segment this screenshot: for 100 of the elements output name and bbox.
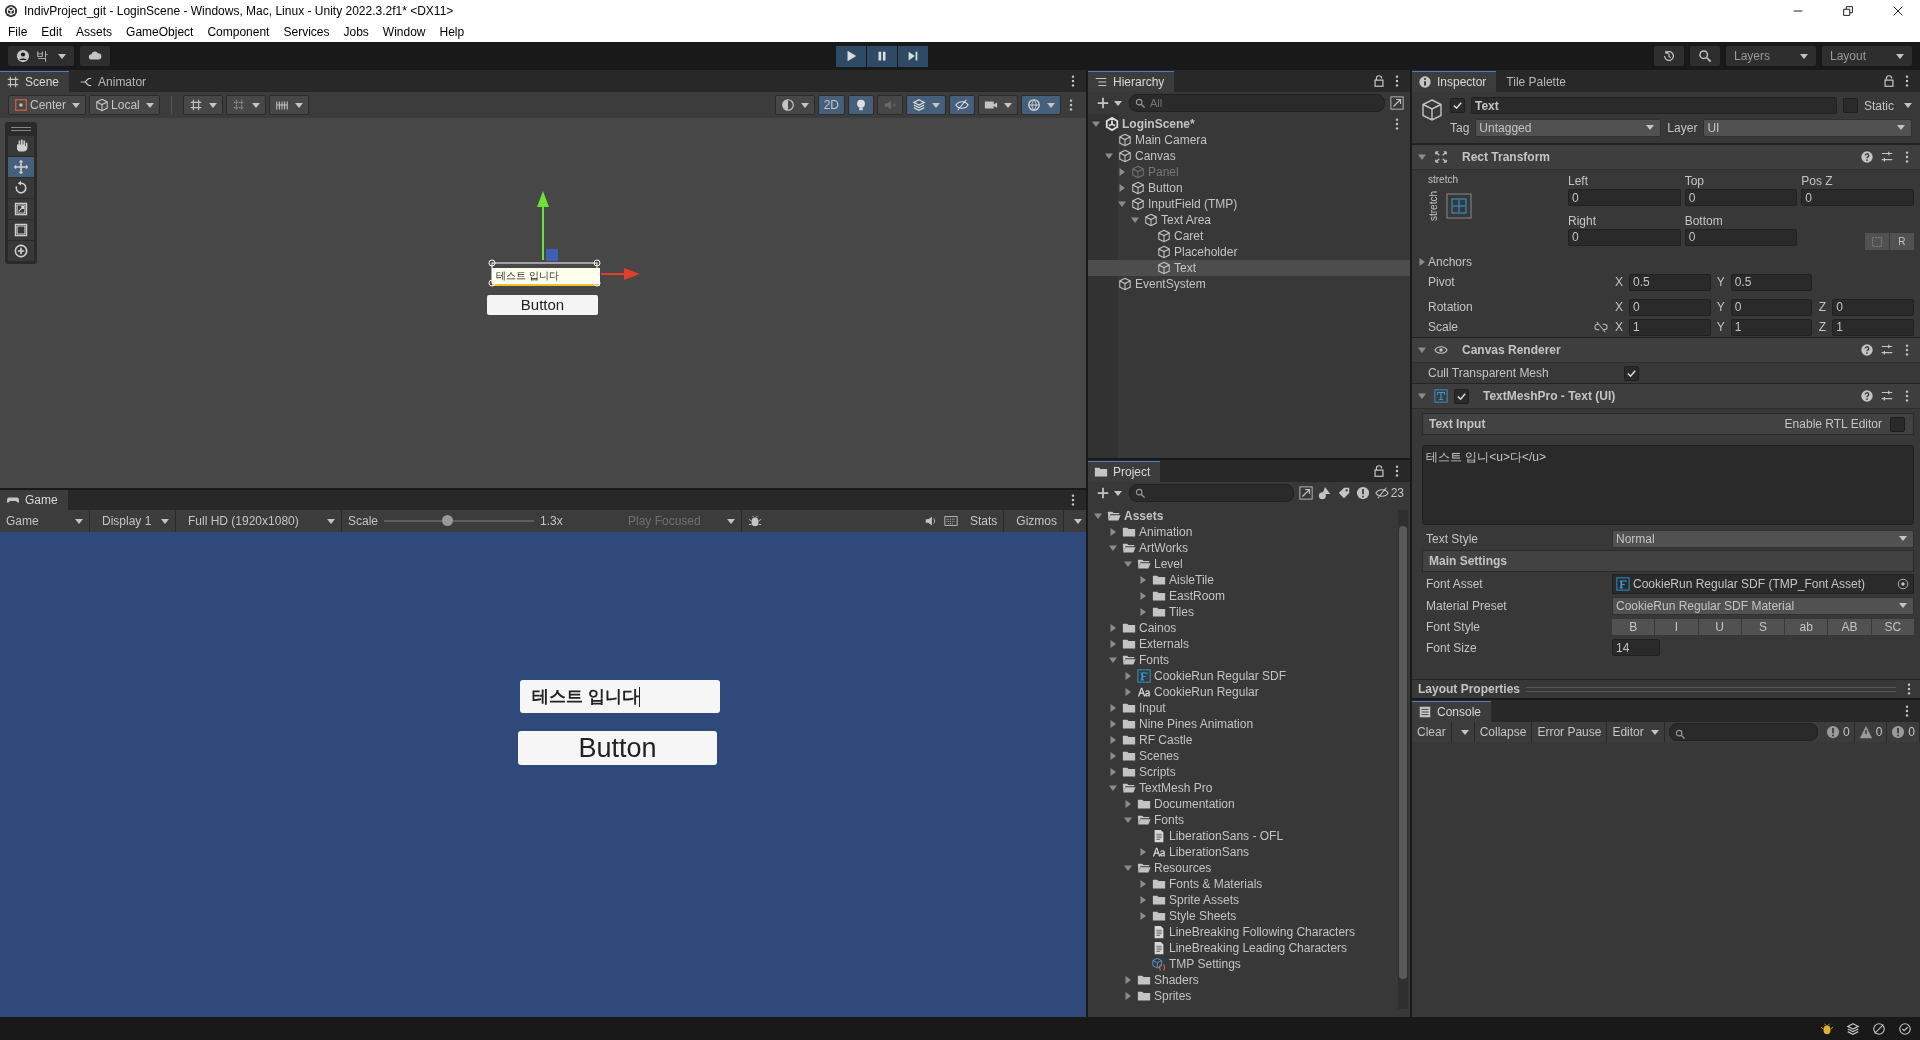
layer-dropdown[interactable]: UI bbox=[1703, 118, 1912, 137]
caret-down-icon[interactable] bbox=[1418, 392, 1426, 400]
font-style-button[interactable]: S bbox=[1741, 618, 1785, 635]
asset-row[interactable]: Fonts & Materials bbox=[1088, 876, 1396, 892]
asset-row[interactable]: CookieRun Regular SDF bbox=[1088, 668, 1396, 684]
search-field[interactable] bbox=[1668, 723, 1818, 741]
window-tab[interactable]: Animator bbox=[73, 71, 157, 92]
crossed-circle-icon[interactable] bbox=[1872, 1021, 1886, 1036]
gizmos-dropdown[interactable] bbox=[1021, 95, 1061, 115]
layout-dropdown[interactable]: Layout bbox=[1822, 46, 1912, 66]
restore-icon[interactable] bbox=[1841, 4, 1855, 18]
name-field[interactable]: Text bbox=[1471, 97, 1837, 114]
font-style-button[interactable]: AB bbox=[1828, 618, 1871, 635]
asset-row[interactable]: Assets bbox=[1088, 508, 1396, 524]
asset-row[interactable]: ArtWorks bbox=[1088, 540, 1396, 556]
shading-dropdown[interactable] bbox=[774, 95, 815, 115]
caret-down-icon[interactable] bbox=[1418, 153, 1426, 161]
font-style-button[interactable]: I bbox=[1655, 618, 1698, 635]
asset-row[interactable]: Sprites bbox=[1088, 988, 1396, 1004]
number-field[interactable]: 0 bbox=[1629, 298, 1711, 316]
active-checkbox[interactable] bbox=[1450, 98, 1465, 113]
speaker-icon[interactable] bbox=[923, 514, 938, 528]
caret-right-icon[interactable] bbox=[1109, 768, 1117, 776]
menu-item[interactable]: Edit bbox=[41, 25, 63, 39]
hand-tool-button[interactable] bbox=[8, 136, 34, 156]
caret-down-icon[interactable] bbox=[1092, 120, 1100, 128]
pivot-mode-dropdown[interactable]: Center bbox=[8, 95, 87, 115]
asset-row[interactable]: Fonts bbox=[1088, 652, 1396, 668]
game-button[interactable]: Button bbox=[518, 731, 717, 765]
help-icon[interactable] bbox=[1860, 389, 1874, 403]
menu-item[interactable]: Assets bbox=[76, 25, 113, 39]
asset-row[interactable]: LineBreaking Following Characters bbox=[1088, 924, 1396, 940]
asset-row[interactable]: Sprite Assets bbox=[1088, 892, 1396, 908]
scale-slider[interactable] bbox=[384, 514, 535, 528]
bug-icon[interactable] bbox=[1820, 1021, 1834, 1036]
close-icon[interactable] bbox=[1891, 4, 1905, 18]
scale-tool-button[interactable] bbox=[8, 199, 34, 219]
font-style-button[interactable]: SC bbox=[1871, 618, 1914, 635]
asset-row[interactable]: Scripts bbox=[1088, 764, 1396, 780]
input-field[interactable]: 테스트 입니다 bbox=[520, 680, 720, 713]
asset-row[interactable]: Scenes bbox=[1088, 748, 1396, 764]
raw-edit-button[interactable]: R bbox=[1890, 233, 1914, 250]
font-style-button[interactable]: ab bbox=[1785, 618, 1828, 635]
caret-down-icon[interactable] bbox=[1094, 512, 1102, 520]
keyboard-icon[interactable] bbox=[943, 514, 958, 528]
camera-dropdown[interactable] bbox=[978, 95, 1018, 115]
material-preset-dropdown[interactable]: CookieRun Regular SDF Material bbox=[1612, 596, 1914, 615]
search-button[interactable] bbox=[1690, 46, 1720, 66]
asset-row[interactable]: LiberationSans - OFL bbox=[1088, 828, 1396, 844]
increment-snap-dropdown[interactable] bbox=[225, 95, 266, 115]
visibility-toggle[interactable] bbox=[949, 95, 975, 115]
caret-right-icon[interactable] bbox=[1109, 720, 1117, 728]
align-dropdown[interactable] bbox=[268, 95, 309, 115]
scene-object-row[interactable]: InputField (TMP) bbox=[1088, 196, 1410, 212]
scene-object-row[interactable]: Caret bbox=[1088, 228, 1410, 244]
scrollbar[interactable] bbox=[1398, 510, 1408, 1009]
transform-tool-button[interactable] bbox=[8, 241, 34, 261]
caret-right-icon[interactable] bbox=[1124, 672, 1132, 680]
lock-icon[interactable] bbox=[1372, 464, 1386, 478]
number-field[interactable]: 0 bbox=[1568, 189, 1681, 206]
caret-right-icon[interactable] bbox=[1109, 752, 1117, 760]
number-field[interactable]: 0 bbox=[1730, 298, 1813, 316]
static-checkbox[interactable] bbox=[1843, 98, 1858, 113]
window-tab[interactable]: Hierarchy bbox=[1088, 71, 1175, 92]
caret-right-icon[interactable] bbox=[1109, 704, 1117, 712]
number-field[interactable]: 0 bbox=[1684, 189, 1798, 206]
number-field[interactable]: 1 bbox=[1832, 318, 1914, 336]
cull-checkbox[interactable] bbox=[1624, 365, 1639, 381]
window-tab[interactable]: Project bbox=[1088, 461, 1161, 482]
layers-dropdown[interactable]: Layers bbox=[1726, 46, 1816, 66]
number-field[interactable]: 0.5 bbox=[1629, 273, 1711, 291]
asset-row[interactable]: EastRoom bbox=[1088, 588, 1396, 604]
menu-item[interactable]: Help bbox=[439, 25, 465, 39]
scene-object-row[interactable]: Text Area bbox=[1088, 212, 1410, 228]
caret-down-icon[interactable] bbox=[1109, 784, 1117, 792]
menu-item[interactable]: File bbox=[8, 25, 28, 39]
caret-right-icon[interactable] bbox=[1109, 624, 1117, 632]
window-tab[interactable]: Inspector bbox=[1412, 71, 1497, 92]
asset-row[interactable]: Fonts bbox=[1088, 812, 1396, 828]
asset-row[interactable]: Documentation bbox=[1088, 796, 1396, 812]
caret-right-icon[interactable] bbox=[1109, 640, 1117, 648]
caret-down-icon[interactable] bbox=[1105, 152, 1113, 160]
caret-down-icon[interactable] bbox=[1131, 216, 1139, 224]
tag-icon[interactable] bbox=[1336, 486, 1351, 500]
search-field[interactable] bbox=[1129, 484, 1294, 502]
window-tab[interactable]: Scene bbox=[0, 71, 70, 92]
asset-row[interactable]: Animation bbox=[1088, 524, 1396, 540]
caret-right-icon[interactable] bbox=[1139, 608, 1147, 616]
asset-row[interactable]: TextMesh Pro bbox=[1088, 780, 1396, 796]
number-field[interactable]: 0 bbox=[1832, 298, 1914, 316]
asset-row[interactable]: RF Castle bbox=[1088, 732, 1396, 748]
asset-row[interactable]: Cainos bbox=[1088, 620, 1396, 636]
caret-down-icon[interactable] bbox=[1124, 560, 1132, 568]
lock-icon[interactable] bbox=[1372, 74, 1386, 88]
caret-right-icon[interactable] bbox=[1124, 992, 1132, 1000]
caret-down-icon[interactable] bbox=[1109, 656, 1117, 664]
caret-down-icon[interactable] bbox=[1124, 864, 1132, 872]
number-field[interactable]: 0 bbox=[1801, 189, 1914, 206]
text-input-area[interactable]: 테스트 입니<u>다</u> bbox=[1422, 445, 1914, 525]
font-style-button[interactable]: U bbox=[1698, 618, 1741, 635]
